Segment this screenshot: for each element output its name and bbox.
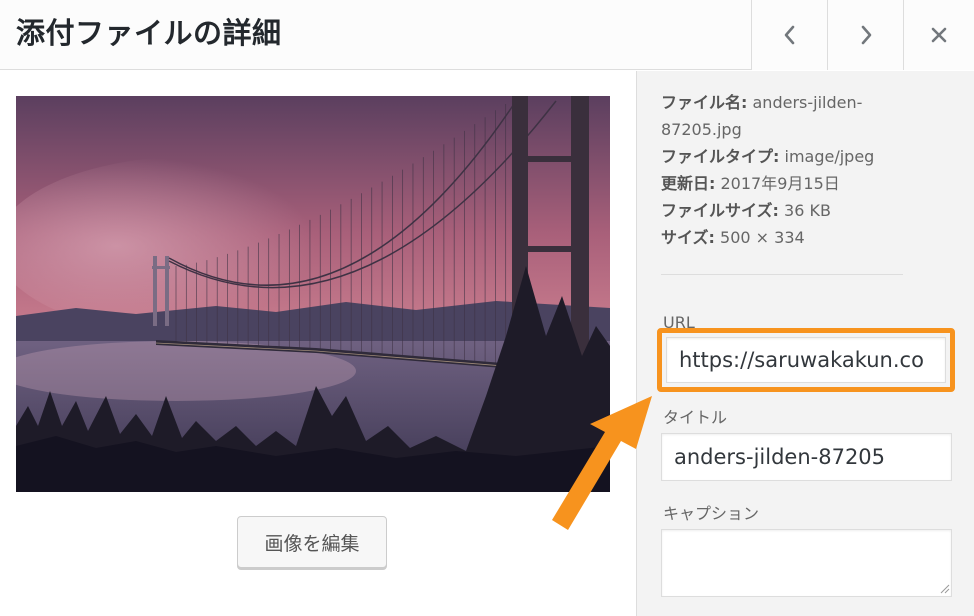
url-highlight-box [657,328,955,392]
dimensions-label: サイズ: [661,228,715,247]
filename-row-continued: 87205.jpg [661,116,931,143]
dimensions-value: 500 × 334 [720,228,805,247]
chevron-right-icon [861,25,871,45]
bridge-photo [16,96,610,492]
filename-value-line2: 87205.jpg [661,120,742,139]
attachment-preview-pane: 画像を編集 [0,71,636,616]
url-input[interactable] [666,337,946,383]
filename-value-line1: anders-jilden- [752,93,863,112]
filetype-row: ファイルタイプ: image/jpeg [661,143,931,170]
caption-label: キャプション [663,504,760,523]
updated-row: 更新日: 2017年9月15日 [661,170,931,197]
chevron-left-icon [784,25,794,45]
modal-header: 添付ファイルの詳細 [0,0,974,70]
page-title: 添付ファイルの詳細 [16,16,282,50]
file-info: ファイル名: anders-jilden- 87205.jpg ファイルタイプ:… [661,89,931,251]
filetype-label: ファイルタイプ: [661,147,780,166]
title-label: タイトル [663,408,728,427]
filename-label: ファイル名: [661,93,748,112]
dimensions-row: サイズ: 500 × 334 [661,224,931,251]
filename-row: ファイル名: anders-jilden- [661,89,931,116]
attachment-image [16,96,610,492]
filetype-value: image/jpeg [784,147,875,166]
resize-handle-icon[interactable] [938,582,950,594]
filesize-row: ファイルサイズ: 36 KB [661,197,931,224]
caption-textarea[interactable] [661,529,952,597]
previous-button[interactable] [751,0,827,70]
title-input[interactable] [661,433,952,481]
updated-label: 更新日: [661,174,716,193]
attachment-details-sidebar: ファイル名: anders-jilden- 87205.jpg ファイルタイプ:… [636,71,974,616]
edit-image-button[interactable]: 画像を編集 [237,516,387,568]
updated-value: 2017年9月15日 [720,174,840,193]
close-button[interactable] [903,0,974,70]
next-button[interactable] [827,0,903,70]
divider [661,274,903,275]
filesize-value: 36 KB [784,201,831,220]
close-icon [931,27,947,43]
filesize-label: ファイルサイズ: [661,201,779,220]
